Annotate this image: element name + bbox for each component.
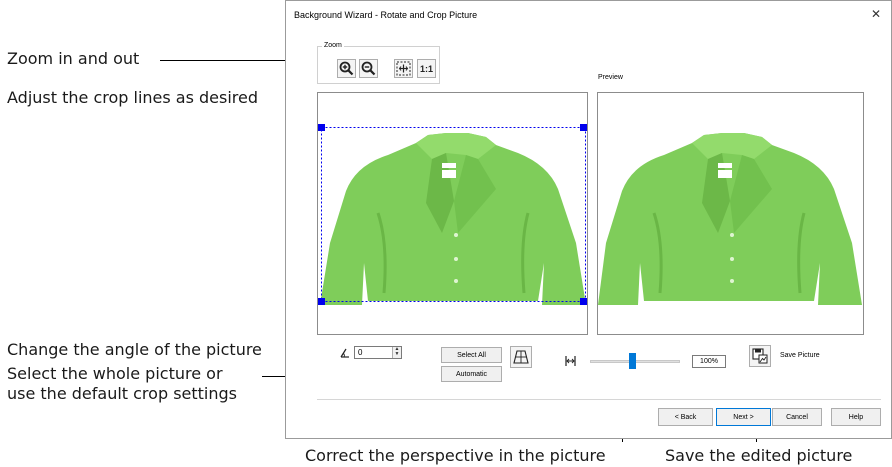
next-button[interactable]: Next > xyxy=(716,408,771,426)
actual-size-icon: 1:1 xyxy=(419,63,433,74)
angle-spinner[interactable]: ▲ ▼ xyxy=(392,347,401,358)
crop-frame[interactable] xyxy=(318,93,587,334)
preview-label: Preview xyxy=(598,74,623,81)
angle-input[interactable]: 0 ▲ ▼ xyxy=(354,346,402,359)
dialog-separator xyxy=(317,399,881,400)
crop-handle-top-left[interactable] xyxy=(318,124,325,131)
crop-pane[interactable] xyxy=(317,92,588,335)
actual-size-button[interactable]: 1:1 xyxy=(417,59,436,78)
zoom-group-label: Zoom xyxy=(322,42,344,49)
callout-select-line2: use the default crop settings xyxy=(7,384,237,403)
back-button[interactable]: < Back xyxy=(658,408,713,426)
crop-handle-top-right[interactable] xyxy=(580,124,587,131)
perspective-button[interactable] xyxy=(510,346,532,368)
fit-to-window-button[interactable] xyxy=(394,59,413,78)
callout-select-line1: Select the whole picture or xyxy=(7,364,223,383)
fit-to-window-icon xyxy=(396,61,411,76)
zoom-slider[interactable] xyxy=(590,350,680,374)
angle-icon xyxy=(340,348,349,358)
crop-handle-bottom-right[interactable] xyxy=(580,298,587,305)
close-icon[interactable]: ✕ xyxy=(871,8,881,20)
zoom-slider-thumb[interactable] xyxy=(629,353,636,369)
callout-angle: Change the angle of the picture xyxy=(7,340,262,359)
shirt-image-preview xyxy=(598,133,862,305)
angle-value: 0 xyxy=(358,348,363,357)
select-all-button[interactable]: Select All xyxy=(441,347,502,363)
horizontal-zoom-icon xyxy=(565,356,576,366)
zoom-in-button[interactable] xyxy=(337,59,356,78)
preview-pane xyxy=(597,92,864,335)
cancel-button[interactable]: Cancel xyxy=(772,408,822,426)
crop-handle-bottom-left[interactable] xyxy=(318,298,325,305)
zoom-percent-field[interactable]: 100% xyxy=(692,355,726,368)
callout-perspective: Correct the perspective in the picture xyxy=(305,446,606,465)
help-button[interactable]: Help xyxy=(831,408,881,426)
perspective-icon xyxy=(513,350,529,364)
zoom-out-button[interactable] xyxy=(359,59,378,78)
save-picture-button[interactable] xyxy=(749,345,771,367)
automatic-button[interactable]: Automatic xyxy=(441,366,502,382)
save-picture-icon xyxy=(752,348,768,364)
zoom-out-icon xyxy=(361,61,376,76)
dialog-title: Background Wizard - Rotate and Crop Pict… xyxy=(294,10,478,20)
zoom-in-icon xyxy=(339,61,354,76)
callout-crop-lines: Adjust the crop lines as desired xyxy=(7,88,259,107)
callout-zoom: Zoom in and out xyxy=(7,49,140,68)
save-picture-label: Save Picture xyxy=(780,352,820,359)
callout-save: Save the edited picture xyxy=(665,446,853,465)
